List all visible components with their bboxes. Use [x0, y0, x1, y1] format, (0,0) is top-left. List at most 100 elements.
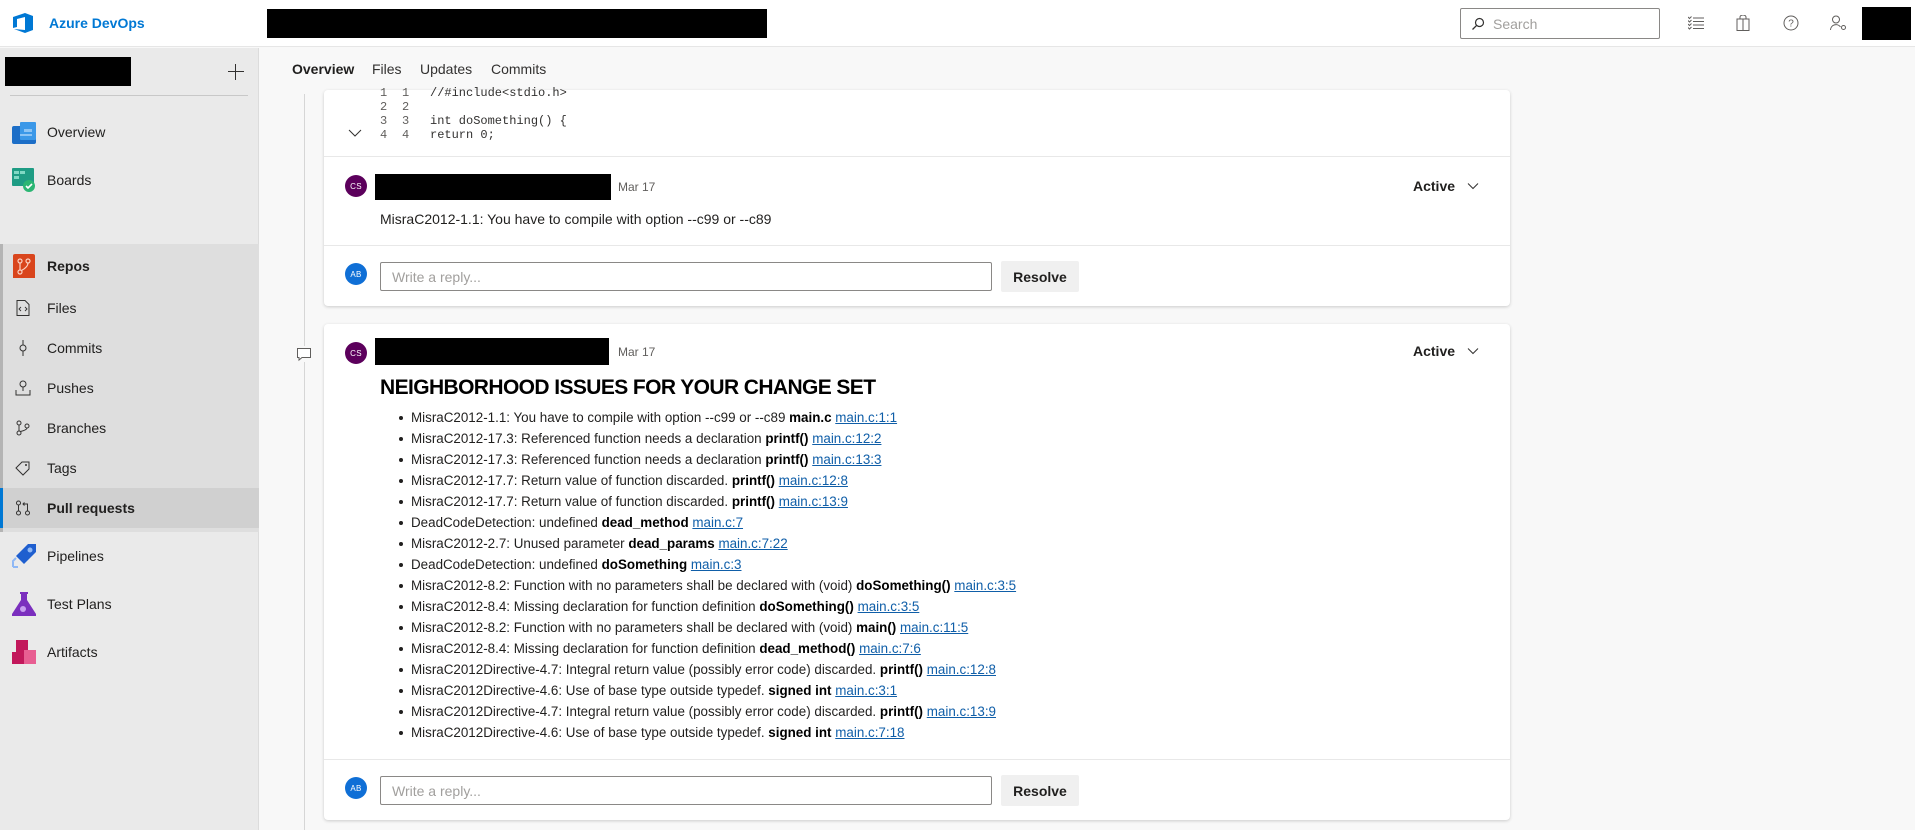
brand[interactable]: Azure DevOps: [11, 11, 145, 35]
sidebar-item-boards[interactable]: Boards: [0, 156, 259, 204]
avatar: AB: [345, 777, 367, 799]
sidebar-item-overview[interactable]: Overview: [0, 108, 259, 156]
issue-item: MisraC2012-8.4: Missing declaration for …: [380, 638, 1016, 659]
tab-overview[interactable]: Overview: [292, 61, 354, 77]
code-line: //#include<stdio.h>: [430, 86, 567, 100]
sidebar-item-label: Artifacts: [47, 644, 98, 660]
issue-location-link[interactable]: main.c:3:5: [954, 578, 1016, 593]
pushes-icon: [15, 380, 31, 396]
tab-files[interactable]: Files: [372, 61, 402, 77]
sidebar-item-pull-requests[interactable]: Pull requests: [0, 488, 259, 528]
issue-location-link[interactable]: main.c:13:3: [812, 452, 881, 467]
issue-item: MisraC2012-8.2: Function with no paramet…: [380, 617, 1016, 638]
comment-icon: [296, 346, 312, 362]
sidebar-item-label: Overview: [47, 124, 106, 140]
thread-status-dropdown[interactable]: Active: [1413, 343, 1479, 359]
repos-group: Repos Files Commits Pushes Branches Tags…: [0, 244, 259, 532]
issue-text: DeadCodeDetection: undefined: [411, 557, 598, 572]
resolve-button[interactable]: Resolve: [1001, 261, 1079, 292]
search-placeholder: Search: [1493, 15, 1538, 32]
issue-item: MisraC2012Directive-4.7: Integral return…: [380, 701, 1016, 722]
artifacts-icon: [12, 640, 36, 664]
help-icon[interactable]: ?: [1780, 12, 1802, 34]
issue-location-link[interactable]: main.c:3:1: [835, 683, 897, 698]
sidebar-item-label: Commits: [47, 340, 103, 356]
resolve-button[interactable]: Resolve: [1001, 775, 1079, 806]
sidebar-item-label: Pipelines: [47, 548, 104, 564]
issue-location-link[interactable]: main.c:1:1: [835, 410, 897, 425]
avatar: CS: [345, 342, 367, 364]
issue-location-link[interactable]: main.c:7: [692, 515, 743, 530]
sidebar-item-test-plans[interactable]: Test Plans: [0, 580, 259, 628]
sidebar-item-pipelines[interactable]: Pipelines: [0, 532, 259, 580]
issue-location-link[interactable]: main.c:7:18: [835, 725, 904, 740]
boards-icon: [12, 168, 35, 192]
chevron-down-icon: [1467, 348, 1479, 355]
issue-text: DeadCodeDetection: undefined: [411, 515, 598, 530]
issue-location-link[interactable]: main.c:13:9: [927, 704, 996, 719]
issue-symbol: main.c: [789, 410, 832, 425]
chevron-down-icon[interactable]: [348, 128, 362, 138]
issue-location-link[interactable]: main.c:12:2: [812, 431, 881, 446]
sidebar-item-label: Pushes: [47, 380, 94, 396]
issue-location-link[interactable]: main.c:7:22: [718, 536, 787, 551]
shopping-bag-icon[interactable]: [1732, 12, 1754, 34]
tab-updates[interactable]: Updates: [420, 61, 472, 77]
status-label: Active: [1413, 343, 1456, 359]
divider: [324, 759, 1510, 760]
sidebar-item-commits[interactable]: Commits: [0, 328, 259, 368]
issue-location-link[interactable]: main.c:3:5: [858, 599, 920, 614]
issue-text: MisraC2012-17.7: Return value of functio…: [411, 473, 729, 488]
sidebar-item-files[interactable]: Files: [0, 288, 259, 328]
code-line: int doSomething() {: [430, 114, 567, 128]
sidebar-item-pushes[interactable]: Pushes: [0, 368, 259, 408]
issue-text: MisraC2012Directive-4.7: Integral return…: [411, 662, 877, 677]
sidebar-item-label: Repos: [47, 258, 90, 274]
issue-location-link[interactable]: main.c:7:6: [859, 641, 921, 656]
issue-location-link[interactable]: main.c:3: [691, 557, 742, 572]
comment-date: Mar 17: [618, 180, 656, 194]
comment-thread: CS Mar 17 Active NEIGHBORHOOD ISSUES FOR…: [324, 324, 1510, 820]
sidebar-item-tags[interactable]: Tags: [0, 448, 259, 488]
brand-name: Azure DevOps: [49, 15, 145, 31]
status-label: Active: [1413, 178, 1456, 194]
issue-symbol: printf(): [765, 452, 809, 467]
user-settings-icon[interactable]: [1828, 12, 1850, 34]
avatar: AB: [345, 263, 367, 285]
sidebar-item-repos[interactable]: Repos: [0, 244, 259, 288]
reply-input[interactable]: [380, 262, 992, 291]
search-icon: [1472, 17, 1485, 30]
thread-status-dropdown[interactable]: Active: [1413, 178, 1479, 194]
search-box[interactable]: Search: [1460, 8, 1660, 39]
issue-item: MisraC2012-8.2: Function with no paramet…: [380, 575, 1016, 596]
issue-location-link[interactable]: main.c:13:9: [779, 494, 848, 509]
sidebar-item-label: Pull requests: [47, 500, 135, 516]
reply-input[interactable]: [380, 776, 992, 805]
issue-location-link[interactable]: main.c:12:8: [779, 473, 848, 488]
user-avatar[interactable]: [1862, 7, 1911, 40]
issue-text: MisraC2012-17.7: Return value of functio…: [411, 494, 729, 509]
task-list-icon[interactable]: [1685, 12, 1707, 34]
timeline-line: [304, 94, 305, 830]
issue-symbol: dead_params: [628, 536, 715, 551]
azure-devops-logo-icon: [13, 13, 33, 33]
issue-text: MisraC2012-8.2: Function with no paramet…: [411, 578, 853, 593]
issue-item: MisraC2012-17.3: Referenced function nee…: [380, 428, 1016, 449]
sidebar-item-branches[interactable]: Branches: [0, 408, 259, 448]
issue-item: DeadCodeDetection: undefined doSomething…: [380, 554, 1016, 575]
issue-location-link[interactable]: main.c:12:8: [927, 662, 996, 677]
sidebar-item-label: Branches: [47, 420, 107, 436]
issue-symbol: doSomething(): [759, 599, 854, 614]
line-number: 1: [402, 86, 410, 100]
add-icon[interactable]: [226, 62, 246, 82]
issue-text: MisraC2012-8.2: Function with no paramet…: [411, 620, 853, 635]
issue-text: MisraC2012-17.3: Referenced function nee…: [411, 431, 762, 446]
issue-symbol: printf(): [879, 704, 924, 719]
sidebar-item-artifacts[interactable]: Artifacts: [0, 628, 259, 676]
tab-commits[interactable]: Commits: [491, 61, 546, 77]
issue-location-link[interactable]: main.c:11:5: [900, 620, 968, 635]
project-name[interactable]: [5, 57, 131, 86]
sidebar-item-label: Files: [47, 300, 77, 316]
issue-item: MisraC2012-1.1: You have to compile with…: [380, 407, 1016, 428]
issue-symbol: dead_method: [601, 515, 689, 530]
